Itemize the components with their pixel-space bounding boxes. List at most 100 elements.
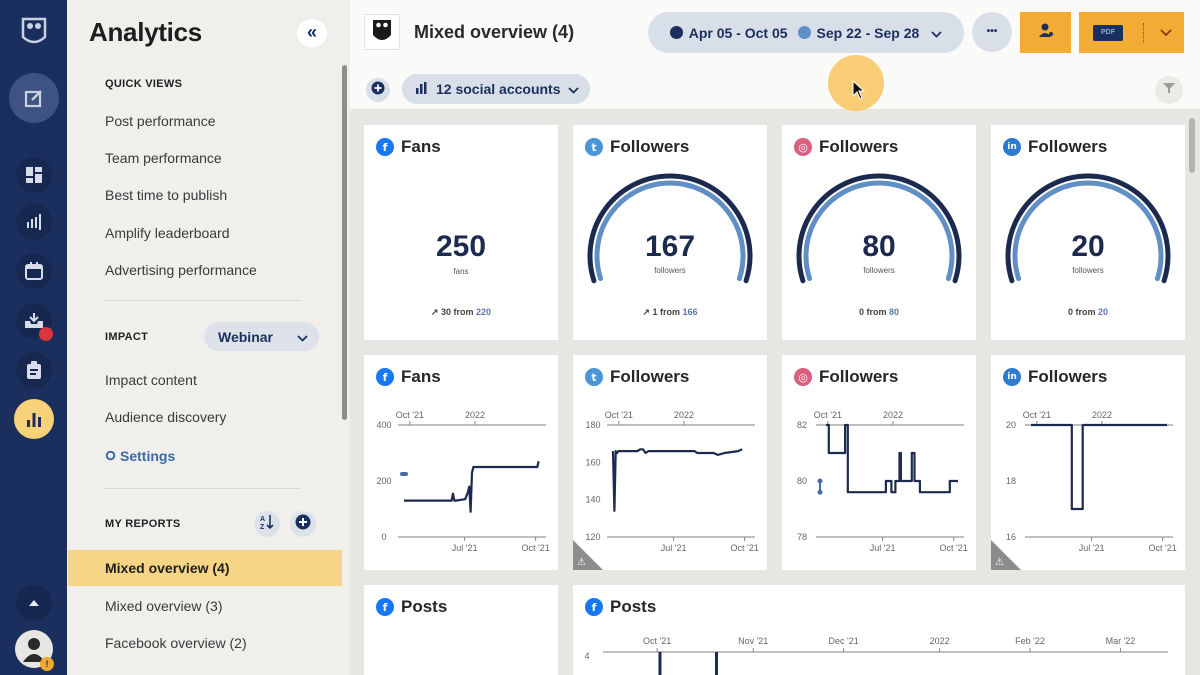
svg-text:Z: Z bbox=[260, 524, 265, 530]
nav-amplify-leaderboard[interactable]: Amplify leaderboard bbox=[105, 225, 230, 241]
posts-card[interactable]: f Posts bbox=[364, 585, 558, 675]
nav-team-performance[interactable]: Team performance bbox=[105, 150, 222, 166]
report-item[interactable]: Facebook overview (2) bbox=[68, 625, 342, 661]
date-range-selector[interactable]: Apr 05 - Oct 05 Sep 22 - Sep 28 bbox=[648, 12, 964, 53]
card-title: Followers bbox=[819, 137, 899, 156]
chevron-down-icon bbox=[567, 81, 579, 97]
sort-az-icon: AZ bbox=[260, 514, 274, 535]
top-tick-label: 2022 bbox=[930, 636, 950, 646]
report-main: Mixed overview (4) Apr 05 - Oct 05 Sep 2… bbox=[350, 0, 1200, 675]
trend-up-icon: ↗ bbox=[430, 307, 439, 317]
bottom-tick-label: Oct '21 bbox=[1149, 543, 1177, 553]
notification-dot bbox=[39, 327, 53, 341]
data-point bbox=[817, 489, 823, 495]
facebook-icon: f bbox=[376, 138, 394, 156]
top-tick-label: Oct '21 bbox=[396, 410, 424, 420]
analytics-icon[interactable] bbox=[13, 399, 54, 439]
line-chart: Oct '21 2022 Jul '21 Oct '21 82 80 78 bbox=[797, 410, 968, 553]
divider bbox=[105, 300, 301, 301]
impact-dropdown-value: Webinar bbox=[218, 328, 273, 345]
owl-logo-icon[interactable] bbox=[17, 14, 51, 50]
gauge-outer-arc bbox=[796, 173, 962, 284]
expand-up-icon[interactable] bbox=[15, 585, 52, 621]
bottom-tick-label: Jul '21 bbox=[452, 543, 478, 553]
clipboard-icon[interactable] bbox=[15, 352, 52, 388]
more-options-button[interactable]: ••• bbox=[972, 12, 1012, 52]
primary-date-range: Apr 05 - Oct 05 bbox=[688, 24, 788, 41]
widget-grid: f Fans 250 fans ↗ 30 from 220 t Followers … bbox=[350, 111, 1200, 675]
metric-value: 80 bbox=[862, 230, 896, 263]
social-accounts-dropdown[interactable]: 12 social accounts bbox=[402, 74, 590, 104]
nav-advertising-performance[interactable]: Advertising performance bbox=[105, 262, 257, 278]
compose-icon[interactable] bbox=[8, 73, 59, 123]
top-tick-label: Mar '22 bbox=[1106, 636, 1136, 646]
posts-line-chart: Oct '21 Nov '21 Dec '21 2022 Feb '22 Mar '22 4 bbox=[584, 636, 1168, 675]
chart-card-instagram-followers[interactable]: ◎ Followers Oct '21 2022 Jul '21 Oct '21 82 80… bbox=[782, 355, 976, 570]
series-line bbox=[611, 448, 743, 512]
collapse-panel-button[interactable]: « bbox=[297, 19, 327, 47]
metric-value: 250 bbox=[435, 230, 487, 263]
panel-scrollbar[interactable] bbox=[342, 65, 347, 420]
metric-card-facebook-fans[interactable]: f Fans 250 fans ↗ 30 from 220 bbox=[364, 125, 558, 340]
card-title: Followers bbox=[1028, 367, 1108, 386]
facebook-icon: f bbox=[376, 368, 394, 386]
twitter-icon: t bbox=[585, 138, 603, 156]
data-point bbox=[400, 472, 408, 476]
facebook-icon: f bbox=[585, 598, 603, 616]
compare-range-dot bbox=[797, 26, 811, 39]
warning-icon: ⚠ bbox=[577, 557, 586, 568]
report-item[interactable]: Mixed overview (3) bbox=[68, 588, 342, 624]
gear-icon bbox=[105, 448, 116, 464]
metric-unit: followers bbox=[863, 266, 895, 275]
metric-card-linkedin-followers[interactable]: in Followers 20 followers 0 from 20 bbox=[991, 125, 1185, 340]
main-scrollbar[interactable] bbox=[1189, 118, 1195, 173]
chevron-down-icon bbox=[931, 25, 942, 41]
chart-card-facebook-fans[interactable]: f Fans Oct '21 2022 Jul '21 Oct '21 400 200 0 bbox=[364, 355, 558, 570]
ellipsis-icon: ••• bbox=[986, 26, 998, 37]
chart-card-linkedin-followers[interactable]: in Followers Oct '21 2022 Jul '21 Oct '21 20 1… bbox=[991, 355, 1185, 570]
card-title: Fans bbox=[401, 137, 441, 156]
metric-delta: 0 from 20 bbox=[1067, 307, 1109, 317]
report-title: Mixed overview (4) bbox=[414, 22, 575, 42]
instagram-icon: ◎ bbox=[794, 368, 812, 386]
settings-link[interactable]: Settings bbox=[105, 448, 175, 464]
y-tick-label: 160 bbox=[585, 457, 600, 467]
share-button[interactable] bbox=[1020, 12, 1071, 53]
nav-best-time-to-publish[interactable]: Best time to publish bbox=[105, 187, 227, 203]
series-line bbox=[1031, 423, 1167, 511]
instagram-icon: ◎ bbox=[794, 138, 812, 156]
double-chevron-left-icon: « bbox=[306, 22, 317, 42]
calendar-icon[interactable] bbox=[15, 253, 52, 289]
dashboard-icon[interactable] bbox=[15, 157, 52, 193]
metric-card-instagram-followers[interactable]: ◎ Followers 80 followers 0 from 80 bbox=[782, 125, 976, 340]
y-tick-label: 18 bbox=[1006, 476, 1016, 486]
streams-icon[interactable] bbox=[15, 204, 52, 240]
chart-card-twitter-followers[interactable]: t Followers Oct '21 2022 Jul '21 Oct '21 180 1… bbox=[573, 355, 767, 570]
posts-chart-card[interactable]: f Posts Oct '21 Nov '21 Dec '21 2022 Feb '22 M… bbox=[573, 585, 1185, 675]
nav-impact-content[interactable]: Impact content bbox=[105, 372, 197, 388]
y-tick-label: 4 bbox=[584, 651, 589, 661]
report-owl-icon bbox=[364, 14, 400, 50]
add-report-button[interactable] bbox=[290, 511, 316, 537]
line-chart: Oct '21 2022 Jul '21 Oct '21 400 200 0 bbox=[376, 410, 549, 553]
filter-button[interactable] bbox=[1155, 76, 1183, 104]
series-line bbox=[826, 423, 958, 494]
social-accounts-label: 12 social accounts bbox=[436, 81, 561, 97]
metric-card-twitter-followers[interactable]: t Followers 167 followers ↗ 1 from 166 bbox=[573, 125, 767, 340]
bottom-tick-label: Jul '21 bbox=[1079, 543, 1105, 553]
top-tick-label: 2022 bbox=[465, 410, 485, 420]
chevron-down-icon[interactable] bbox=[1160, 24, 1172, 42]
sort-reports-button[interactable]: AZ bbox=[254, 511, 280, 537]
nav-post-performance[interactable]: Post performance bbox=[105, 113, 216, 129]
top-tick-label: 2022 bbox=[674, 410, 694, 420]
export-pdf-button[interactable]: PDF bbox=[1079, 12, 1184, 53]
warning-icon: ⚠ bbox=[995, 557, 1004, 568]
y-tick-label: 82 bbox=[797, 420, 807, 430]
y-tick-label: 80 bbox=[797, 476, 807, 486]
report-item-selected[interactable]: Mixed overview (4) bbox=[68, 550, 342, 586]
impact-dropdown[interactable]: Webinar bbox=[204, 322, 319, 351]
top-tick-label: 2022 bbox=[883, 410, 903, 420]
nav-audience-discovery[interactable]: Audience discovery bbox=[105, 409, 226, 425]
add-widget-button[interactable] bbox=[366, 78, 390, 102]
metric-unit: fans bbox=[453, 267, 469, 276]
